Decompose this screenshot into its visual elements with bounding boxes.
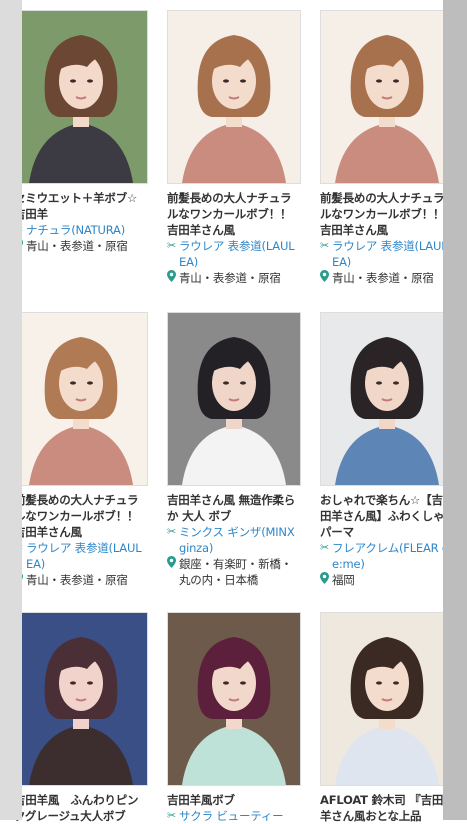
- scissors-icon: ✂: [320, 541, 330, 554]
- style-card[interactable]: 吉田羊風ボブ ✂ サクラ ビューティー: [167, 612, 301, 824]
- style-card[interactable]: 前髪長めの大人ナチュラルなワンカールボブ！！吉田羊さん風✂ラウレア 表参道(LA…: [167, 10, 301, 287]
- style-card[interactable]: AFLOAT 鈴木司 『吉田羊さん風おとな上品: [320, 612, 454, 824]
- style-photo[interactable]: [320, 612, 454, 786]
- style-photo[interactable]: [14, 612, 148, 786]
- area-name: 青山・表参道・原宿: [179, 271, 281, 285]
- salon-link[interactable]: ✂ナチュラ(NATURA): [14, 222, 148, 238]
- salon-name[interactable]: ラウレア 表参道(LAULEA): [26, 540, 148, 572]
- area-name: 青山・表参道・原宿: [26, 239, 128, 253]
- style-photo[interactable]: [14, 312, 148, 486]
- salon-link[interactable]: ✂ラウレア 表参道(LAULEA): [14, 540, 148, 572]
- area-label: 青山・表参道・原宿: [167, 270, 301, 287]
- area-name: 福岡: [332, 573, 355, 587]
- style-photo[interactable]: [320, 10, 454, 184]
- salon-name[interactable]: フレアクレム(FLEAR cre:me): [332, 540, 454, 572]
- style-card[interactable]: おしゃれで楽ちん☆【吉田羊さん風】ふわくしゃパーマ ✂ フレアクレム(FLEAR c…: [320, 312, 454, 589]
- style-photo[interactable]: [14, 10, 148, 184]
- style-card[interactable]: 前髪長めの大人ナチュラルなワンカールボブ！！吉田羊さん風✂ラウレア 表参道(LA…: [14, 312, 148, 589]
- area-name: 青山・表参道・原宿: [332, 271, 434, 285]
- salon-link[interactable]: ✂ フレアクレム(FLEAR cre:me): [320, 540, 454, 572]
- salon-name[interactable]: ミンクス ギンザ(MINX ginza): [179, 524, 301, 556]
- style-photo[interactable]: [320, 312, 454, 486]
- style-photo[interactable]: [167, 612, 301, 786]
- salon-link[interactable]: ✂ラウレア 表参道(LAULEA): [167, 238, 301, 270]
- style-card[interactable]: セミウエット＋羊ボブ☆ 吉田羊✂ナチュラ(NATURA)青山・表参道・原宿: [14, 10, 148, 255]
- style-title[interactable]: おしゃれで楽ちん☆【吉田羊さん風】ふわくしゃパーマ: [320, 492, 454, 540]
- area-label: 青山・表参道・原宿: [320, 270, 454, 287]
- salon-link[interactable]: ✂ ミンクス ギンザ(MINX ginza): [167, 524, 301, 556]
- style-title[interactable]: 前髪長めの大人ナチュラルなワンカールボブ！！吉田羊さん風: [14, 492, 148, 540]
- style-title[interactable]: 吉田羊風 ふんわりピンクグレージュ大人ボブ: [14, 792, 148, 824]
- style-title[interactable]: 吉田羊さん風 無造作柔らか 大人 ボブ: [167, 492, 301, 524]
- scissors-icon: ✂: [167, 525, 177, 538]
- salon-name[interactable]: ラウレア 表参道(LAULEA): [332, 238, 454, 270]
- style-title[interactable]: AFLOAT 鈴木司 『吉田羊さん風おとな上品: [320, 792, 454, 824]
- area-label: 青山・表参道・原宿: [14, 572, 148, 589]
- style-photo[interactable]: [167, 10, 301, 184]
- salon-name[interactable]: ナチュラ(NATURA): [26, 222, 148, 238]
- style-title[interactable]: セミウエット＋羊ボブ☆ 吉田羊: [14, 190, 148, 222]
- salon-name[interactable]: サクラ ビューティー: [179, 808, 301, 824]
- style-photo[interactable]: [167, 312, 301, 486]
- area-label: 青山・表参道・原宿: [14, 238, 148, 255]
- salon-name[interactable]: ラウレア 表参道(LAULEA): [179, 238, 301, 270]
- area-name: 青山・表参道・原宿: [26, 573, 128, 587]
- area-label: 福岡: [320, 572, 454, 589]
- style-title[interactable]: 前髪長めの大人ナチュラルなワンカールボブ！！吉田羊さん風: [320, 190, 454, 238]
- scissors-icon: ✂: [167, 809, 177, 822]
- location-pin-icon: [167, 556, 179, 588]
- location-pin-icon: [320, 572, 332, 589]
- style-card[interactable]: 吉田羊風 ふんわりピンクグレージュ大人ボブ: [14, 612, 148, 824]
- right-scroll-edge: [443, 0, 467, 820]
- style-card[interactable]: 吉田羊さん風 無造作柔らか 大人 ボブ ✂ ミンクス ギンザ(MINX ginza)…: [167, 312, 301, 588]
- hairstyle-grid: セミウエット＋羊ボブ☆ 吉田羊✂ナチュラ(NATURA)青山・表参道・原宿前髪長…: [0, 0, 467, 823]
- left-scroll-edge: [0, 0, 22, 820]
- area-name: 銀座・有楽町・新橋・丸の内・日本橋: [179, 557, 292, 587]
- location-pin-icon: [320, 270, 332, 287]
- area-label: 銀座・有楽町・新橋・丸の内・日本橋: [167, 556, 301, 588]
- style-title[interactable]: 吉田羊風ボブ: [167, 792, 301, 808]
- location-pin-icon: [167, 270, 179, 287]
- scissors-icon: ✂: [167, 239, 177, 252]
- salon-link[interactable]: ✂ サクラ ビューティー: [167, 808, 301, 824]
- style-card[interactable]: 前髪長めの大人ナチュラルなワンカールボブ！！吉田羊さん風✂ラウレア 表参道(LA…: [320, 10, 454, 287]
- salon-link[interactable]: ✂ラウレア 表参道(LAULEA): [320, 238, 454, 270]
- scissors-icon: ✂: [320, 239, 330, 252]
- style-title[interactable]: 前髪長めの大人ナチュラルなワンカールボブ！！吉田羊さん風: [167, 190, 301, 238]
